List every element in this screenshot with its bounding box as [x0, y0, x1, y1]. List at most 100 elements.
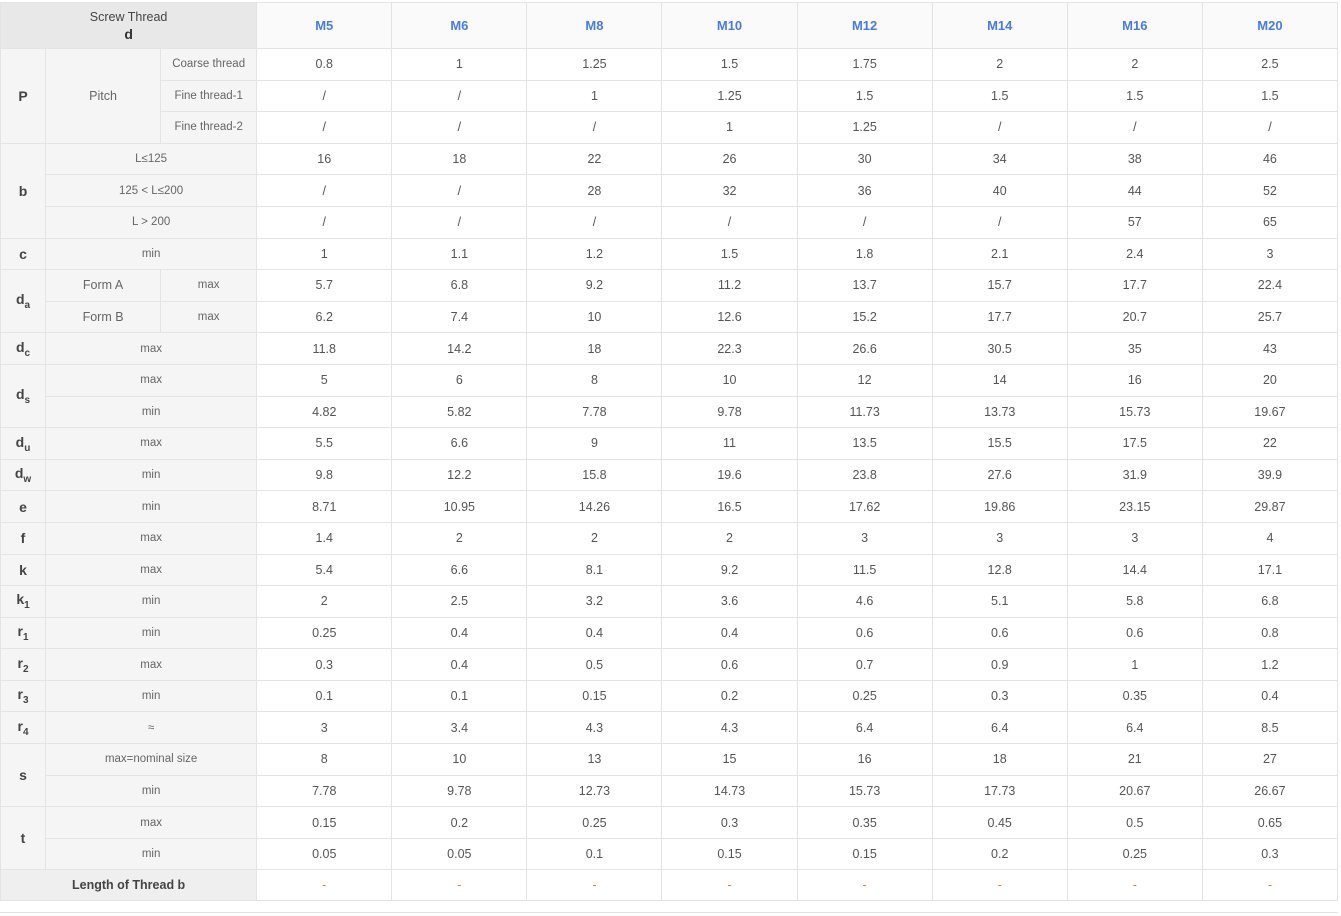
table-cell: 15.2: [796, 300, 933, 334]
table-cell: 16: [796, 743, 933, 776]
table-row: r2 max 0.3 0.4 0.5 0.6 0.7 0.9 1 1.2: [0, 648, 1339, 681]
table-cell: 0.15: [256, 806, 393, 839]
table-cell: 3.2: [526, 585, 663, 618]
table-cell: -: [796, 869, 933, 902]
table-cell: /: [256, 111, 393, 144]
table-cell: 40: [931, 174, 1068, 207]
table-row: b L≤125 16 18 22 26 30 34 38 46: [0, 142, 1339, 239]
row-symbol: dc: [0, 332, 47, 365]
table-cell: 27.6: [931, 458, 1068, 492]
table-cell: 5.8: [1066, 585, 1203, 618]
table-cell: 14.2: [391, 332, 528, 365]
row-symbol: k: [0, 553, 47, 587]
row-symbol: c: [0, 237, 47, 271]
table-cell: 10: [661, 363, 798, 397]
table-cell: 19.86: [931, 490, 1068, 523]
table-cell: 4.6: [796, 585, 933, 618]
row-symbol: ds: [0, 363, 47, 429]
table-cell: 1.75: [796, 48, 933, 81]
table-cell: 1.1: [391, 237, 528, 271]
table-cell: 1.8: [796, 237, 933, 271]
table-cell: 0.1: [526, 837, 663, 871]
corner-symbol: d: [124, 25, 133, 42]
table-cell: 2: [526, 521, 663, 555]
table-cell: 1: [256, 237, 393, 271]
table-cell: 3: [256, 711, 393, 745]
table-cell: 0.2: [931, 837, 1068, 871]
table-cell: 0.8: [256, 48, 393, 81]
table-cell: /: [256, 174, 393, 207]
size-header: M20: [1201, 2, 1339, 49]
table-cell: /: [1201, 111, 1339, 144]
row-symbol: t: [0, 806, 47, 871]
row-qualifier: ≈: [45, 711, 258, 745]
table-cell: 3: [1201, 237, 1339, 271]
table-cell: 20.67: [1066, 774, 1203, 808]
table-cell: 34: [931, 142, 1068, 176]
table-cell: 11.8: [256, 332, 393, 365]
table-cell: 1.4: [256, 521, 393, 555]
row-symbol: dw: [0, 458, 47, 492]
table-cell: 23.15: [1066, 490, 1203, 523]
table-cell: 26: [661, 142, 798, 176]
table-cell: 0.5: [1066, 806, 1203, 839]
table-cell: 12.8: [931, 553, 1068, 587]
row-symbol: P: [0, 48, 47, 144]
table-cell: 8.1: [526, 553, 663, 587]
table-row: Form B max 6.2 7.4 10 12.6 15.2 17.7 20.…: [1, 300, 1339, 334]
table-row: c min 1 1.1 1.2 1.5 1.8 2.1 2.4 3: [0, 237, 1339, 271]
table-cell: /: [661, 205, 798, 239]
table-cell: 0.25: [256, 616, 393, 650]
size-header: M12: [796, 2, 933, 49]
table-cell: 20.7: [1066, 300, 1203, 334]
table-row: k1 min 2 2.5 3.2 3.6 4.6 5.1 5.8 6.8: [0, 585, 1339, 618]
row-qualifier: max: [45, 521, 258, 555]
row-qualifier: Fine thread-1: [160, 79, 258, 113]
table-cell: 5.4: [256, 553, 393, 587]
table-cell: /: [1066, 111, 1203, 144]
table-cell: 2.5: [391, 585, 528, 618]
table-cell: 0.1: [256, 679, 393, 713]
table-cell: 3.6: [661, 585, 798, 618]
table-cell: 2: [1066, 48, 1203, 81]
table-cell: -: [391, 869, 528, 902]
table-cell: 29.87: [1201, 490, 1339, 523]
table-cell: -: [661, 869, 798, 902]
table-cell: 16: [256, 142, 393, 176]
table-row: da Form A max 5.7 6.8 9.2 11.2 13.7 15.7…: [0, 269, 1339, 334]
table-cell: 2.5: [1201, 48, 1339, 81]
table-cell: 9: [526, 427, 663, 460]
table-row: e min 8.71 10.95 14.26 16.5 17.62 19.86 …: [0, 490, 1339, 523]
row-symbol: e: [0, 490, 47, 523]
corner-title: Screw Thread: [89, 9, 168, 24]
row-qualifier: max: [160, 269, 258, 302]
table-cell: 14: [931, 363, 1068, 397]
table-cell: 17.73: [931, 774, 1068, 808]
table-row: k max 5.4 6.6 8.1 9.2 11.5 12.8 14.4 17.…: [0, 553, 1339, 587]
table-cell: 0.15: [796, 837, 933, 871]
header-row: Screw Thread d M5 M6 M8 M10 M12 M14 M16 …: [0, 2, 1339, 49]
table-cell: 0.6: [1066, 616, 1203, 650]
table-cell: 31.9: [1066, 458, 1203, 492]
table-cell: 0.4: [391, 648, 528, 681]
table-cell: 0.15: [661, 837, 798, 871]
table-row: f max 1.4 2 2 2 3 3 3 4: [0, 521, 1339, 555]
table-row: du max 5.5 6.6 9 11 13.5 15.5 17.5 22: [0, 427, 1339, 460]
row-qualifier: 125 < L≤200: [45, 174, 258, 207]
size-header: M14: [931, 2, 1068, 49]
table-cell: 9.78: [661, 395, 798, 429]
table-cell: 5.82: [391, 395, 528, 429]
row-qualifier: min: [45, 490, 258, 523]
table-cell: 2.4: [1066, 237, 1203, 271]
table-cell: 0.45: [931, 806, 1068, 839]
table-cell: -: [256, 869, 393, 902]
table-cell: 32: [661, 174, 798, 207]
table-cell: 46: [1201, 142, 1339, 176]
table-cell: 65: [1201, 205, 1339, 239]
corner-header: Screw Thread d: [0, 2, 258, 49]
table-row: L > 200 / / / / / / 57 65: [1, 205, 1339, 239]
table-cell: 6.4: [1066, 711, 1203, 745]
table-cell: -: [931, 869, 1068, 902]
table-cell: 2.1: [931, 237, 1068, 271]
table-cell: 25.7: [1201, 300, 1339, 334]
